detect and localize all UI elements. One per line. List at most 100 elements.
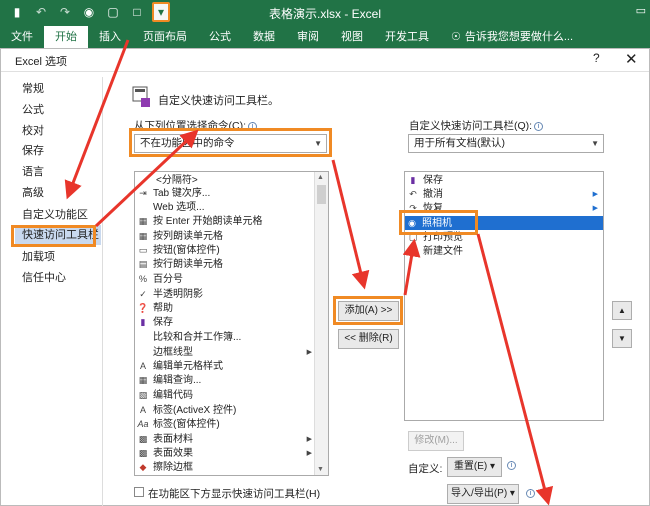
scroll-thumb[interactable] xyxy=(317,185,326,204)
ribbon-tabs: 文件 开始 插入 页面布局 公式 数据 审阅 视图 开发工具 ☉ 告诉我您想要做… xyxy=(0,25,650,48)
list-item[interactable]: ▮ 保存 xyxy=(406,174,443,187)
list-item[interactable]: ▧ 编辑代码 xyxy=(136,389,193,402)
remove-button[interactable]: << 删除(R) xyxy=(338,329,399,349)
list-item[interactable]: ↶ 撤消 ▶ xyxy=(406,188,602,201)
info-icon: i xyxy=(248,121,257,131)
list-item[interactable]: 比较和合并工作簿... xyxy=(136,331,241,344)
list-item[interactable]: ▦ 编辑查询... xyxy=(136,374,202,387)
list-item[interactable]: <分隔符> xyxy=(136,174,198,187)
qat-items-list[interactable]: ▮ 保存 ↶ 撤消 ▶ ↷ 恢复 ▶ ◉ 照相机 ▢ 打印预览 □ 新建文件 xyxy=(404,171,604,421)
submenu-arrow-icon: ▶ xyxy=(592,205,598,212)
speak-cols-icon: ▦ xyxy=(138,231,148,241)
add-button[interactable]: 添加(A) >> xyxy=(338,301,399,321)
tab-file[interactable]: 文件 xyxy=(0,26,44,48)
tell-me-box[interactable]: ☉ 告诉我您想要做什么... xyxy=(440,26,584,48)
list-item[interactable]: ↷ 恢复 ▶ xyxy=(406,202,602,215)
chevron-down-icon: ▼ xyxy=(314,139,322,148)
chevron-down-icon: ▼ xyxy=(591,139,599,148)
list-item[interactable]: A 标签(ActiveX 控件) xyxy=(136,404,236,417)
list-item[interactable]: ⇥ Tab 键次序... xyxy=(136,187,210,200)
save-icon: ▮ xyxy=(140,317,146,327)
choose-commands-dropdown[interactable]: 不在功能区中的命令 ▼ xyxy=(134,134,327,153)
list-item[interactable]: ✓ 半透明阴影 xyxy=(136,288,203,301)
nav-item-proofing[interactable]: 校对 xyxy=(15,121,101,141)
list-item[interactable]: % 百分号 xyxy=(136,273,183,286)
list-item[interactable]: 边框线型 ▶ xyxy=(136,346,314,359)
move-up-button[interactable]: ▲ xyxy=(612,301,632,320)
list-item[interactable]: ▦ 按 Enter 开始朗读单元格 xyxy=(136,215,263,228)
modify-button[interactable]: 修改(M)... xyxy=(408,431,464,451)
lightbulb-icon: ☉ xyxy=(451,31,461,43)
list-item[interactable]: A 编辑单元格样式 xyxy=(136,360,223,373)
list-item[interactable]: Aa 标签(窗体控件) xyxy=(136,418,219,431)
scroll-down-icon: ▼ xyxy=(317,466,324,473)
list-item[interactable]: ▢ 打印预览 xyxy=(406,231,463,244)
label-form-icon: Aa xyxy=(137,419,149,429)
edit-style-icon: A xyxy=(139,361,146,371)
list-item[interactable]: ▦ 按列朗读单元格 xyxy=(136,230,223,243)
tab-insert[interactable]: 插入 xyxy=(88,26,132,48)
options-nav: 常规 公式 校对 保存 语言 高级 自定义功能区 快速访问工具栏 加载项 信任中… xyxy=(15,77,103,506)
list-item[interactable]: ▤ 按行朗读单元格 xyxy=(136,258,223,271)
restore-window-icon[interactable]: ▭ xyxy=(636,4,646,17)
triangle-down-icon: ▼ xyxy=(618,334,626,343)
move-down-button[interactable]: ▼ xyxy=(612,329,632,348)
qat-settings-icon xyxy=(132,86,150,107)
commands-list[interactable]: <分隔符> ⇥ Tab 键次序... Web 选项... ▦ 按 Enter 开始朗… xyxy=(134,171,329,476)
undo-icon: ↶ xyxy=(409,189,417,199)
show-below-ribbon-label: 在功能区下方显示快速访问工具栏(H) xyxy=(148,488,321,500)
list-item[interactable]: ▩ 表面效果 ▶ xyxy=(136,447,314,460)
nav-item-add-ins[interactable]: 加载项 xyxy=(15,247,101,267)
import-export-button[interactable]: 导入/导出(P) ▾ xyxy=(447,484,519,504)
scroll-up-icon: ▲ xyxy=(317,174,324,181)
percent-icon: % xyxy=(138,274,147,284)
section-heading: 自定义快速访问工具栏。 xyxy=(158,95,279,107)
nav-item-formulas[interactable]: 公式 xyxy=(15,100,101,120)
tab-key-icon: ⇥ xyxy=(139,188,147,198)
nav-item-save[interactable]: 保存 xyxy=(15,141,101,161)
list-item[interactable]: ▮ 保存 xyxy=(136,316,173,329)
reset-button[interactable]: 重置(E) ▾ xyxy=(447,457,502,477)
edit-query-icon: ▦ xyxy=(138,375,148,385)
nav-item-customize-ribbon[interactable]: 自定义功能区 xyxy=(15,205,101,225)
tab-data[interactable]: 数据 xyxy=(242,26,286,48)
list-item[interactable]: ◆ 擦除边框 xyxy=(136,461,193,474)
show-below-ribbon-checkbox[interactable] xyxy=(134,487,144,497)
speak-enter-icon: ▦ xyxy=(138,216,148,226)
list-item[interactable]: ❓ 帮助 xyxy=(136,302,173,315)
list-item[interactable]: ▭ 按钮(窗体控件) xyxy=(136,244,220,257)
new-file-icon: □ xyxy=(410,246,416,256)
nav-item-general[interactable]: 常规 xyxy=(15,79,101,99)
choose-commands-value: 不在功能区中的命令 xyxy=(140,137,235,149)
title-divider xyxy=(1,71,649,72)
commands-scrollbar[interactable]: ▲ ▼ xyxy=(314,172,328,475)
help-icon: ❓ xyxy=(137,303,149,313)
customize-qat-dropdown[interactable]: 用于所有文档(默认) ▼ xyxy=(408,134,604,153)
list-item[interactable]: Web 选项... xyxy=(136,201,205,214)
tab-home[interactable]: 开始 xyxy=(44,26,88,48)
nav-item-trust-center[interactable]: 信任中心 xyxy=(15,268,101,288)
edit-code-icon: ▧ xyxy=(138,390,148,400)
submenu-arrow-icon: ▶ xyxy=(592,191,598,198)
submenu-arrow-icon: ▶ xyxy=(306,436,312,443)
tab-page-layout[interactable]: 页面布局 xyxy=(132,26,198,48)
nav-item-advanced[interactable]: 高级 xyxy=(15,183,101,203)
customizations-label: 自定义: xyxy=(408,463,443,475)
submenu-arrow-icon: ▶ xyxy=(306,349,312,356)
list-item[interactable]: □ 新建文件 xyxy=(406,245,463,258)
info-icon: i xyxy=(534,121,544,131)
nav-item-language[interactable]: 语言 xyxy=(15,162,101,182)
tab-developer[interactable]: 开发工具 xyxy=(374,26,440,48)
eraser-icon: ◆ xyxy=(139,462,147,472)
tab-review[interactable]: 审阅 xyxy=(286,26,330,48)
close-icon[interactable]: ✕ xyxy=(625,50,638,68)
tab-formulas[interactable]: 公式 xyxy=(198,26,242,48)
help-icon[interactable]: ? xyxy=(593,51,600,65)
title-bar: ▮ ↶ ↷ ◉ ▢ □ ▾ 表格演示.xlsx - Excel ▭ xyxy=(0,0,650,25)
list-item[interactable]: ▩ 表面材料 ▶ xyxy=(136,433,314,446)
nav-item-quick-access-toolbar[interactable]: 快速访问工具栏 xyxy=(15,225,101,245)
list-item-selected[interactable]: ◉ 照相机 xyxy=(405,216,603,230)
tab-view[interactable]: 视图 xyxy=(330,26,374,48)
choose-commands-label: 从下列位置选择命令(C): i xyxy=(134,118,257,133)
info-icon: i xyxy=(507,461,516,470)
